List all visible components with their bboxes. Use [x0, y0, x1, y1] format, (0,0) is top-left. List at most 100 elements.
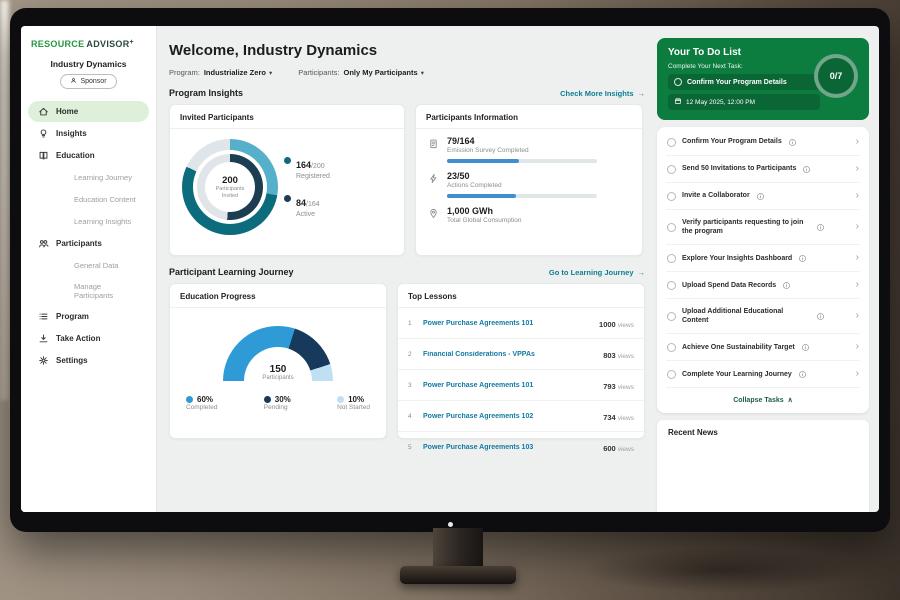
- power-led: [448, 522, 453, 527]
- sponsor-label: Sponsor: [80, 78, 106, 85]
- sidebar-item-label: Education Content: [74, 195, 136, 204]
- task-row[interactable]: Achieve One Sustainability Target: [666, 334, 860, 361]
- task-checkbox[interactable]: [674, 78, 682, 86]
- participants-icon: [38, 238, 49, 249]
- info-icon[interactable]: [782, 281, 791, 290]
- info-icon[interactable]: [756, 192, 765, 201]
- go-to-learning-journey-link[interactable]: Go to Learning Journey →: [549, 268, 645, 277]
- lesson-link[interactable]: Power Purchase Agreements 102: [423, 413, 596, 420]
- lesson-views-suffix: views: [618, 446, 634, 453]
- program-filter-dropdown[interactable]: Program: Industrialize Zero ▾: [169, 68, 272, 77]
- info-icon[interactable]: [816, 312, 825, 321]
- sidebar-item-label: Manage Participants: [74, 282, 139, 300]
- progress-bar: [447, 194, 597, 198]
- task-row[interactable]: Complete Your Learning Journey: [666, 361, 860, 388]
- task-checkbox[interactable]: [667, 370, 676, 379]
- sidebar-item-label: Home: [56, 107, 78, 116]
- collapse-tasks-button[interactable]: Collapse Tasks ∧: [666, 388, 860, 411]
- participants-filter-value: Only My Participants: [344, 68, 418, 77]
- info-icon[interactable]: [788, 138, 797, 147]
- info-icon[interactable]: [798, 370, 807, 379]
- info-value: 79/164: [447, 136, 597, 146]
- org-name: Industry Dynamics: [21, 59, 156, 69]
- sidebar-item[interactable]: Participants: [28, 233, 149, 254]
- task-row[interactable]: Verify participants requesting to join t…: [666, 210, 860, 245]
- program-filter-value: Industrialize Zero: [204, 68, 266, 77]
- progress-bar-fill: [447, 159, 519, 163]
- logo-text-primary: RESOURCE: [31, 39, 84, 49]
- check-more-insights-link[interactable]: Check More Insights →: [560, 89, 645, 98]
- task-checkbox[interactable]: [667, 138, 676, 147]
- logo-plus: +: [130, 39, 134, 46]
- sidebar-item-label: Insights: [56, 129, 87, 138]
- lesson-row: 4 Power Purchase Agreements 102 734views: [398, 401, 644, 432]
- next-task-row[interactable]: Confirm Your Program Details: [668, 74, 820, 90]
- lesson-link[interactable]: Financial Considerations - VPPAs: [423, 351, 596, 358]
- progress-bar-fill: [447, 194, 516, 198]
- legend-dot: [284, 195, 291, 202]
- lesson-rank: 4: [408, 413, 416, 420]
- lesson-views-count: 734: [603, 413, 616, 422]
- lesson-views-count: 803: [603, 351, 616, 360]
- sponsor-badge[interactable]: Sponsor: [60, 74, 116, 89]
- sidebar-item[interactable]: Learning Insights: [28, 211, 149, 232]
- sidebar-item[interactable]: Education Content: [28, 189, 149, 210]
- task-checkbox[interactable]: [667, 165, 676, 174]
- sidebar-item-label: Participants: [56, 239, 102, 248]
- arrow-right-icon: →: [638, 89, 646, 98]
- lesson-link[interactable]: Power Purchase Agreements 103: [423, 444, 596, 451]
- task-checkbox[interactable]: [667, 281, 676, 290]
- next-task-label: Confirm Your Program Details: [687, 79, 787, 86]
- task-row[interactable]: Upload Spend Data Records: [666, 272, 860, 299]
- task-due-row: 12 May 2025, 12:00 PM: [668, 94, 820, 110]
- invited-total-label: Participants Invited: [210, 186, 250, 199]
- chevron-down-icon: ▾: [269, 69, 272, 77]
- invited-donut-center: 200 Participants Invited: [205, 162, 255, 212]
- lesson-views: 803views: [603, 345, 634, 363]
- sidebar-item[interactable]: Settings: [28, 350, 149, 371]
- task-row[interactable]: Explore Your Insights Dashboard: [666, 245, 860, 272]
- info-icon[interactable]: [798, 254, 807, 263]
- info-icon[interactable]: [801, 343, 810, 352]
- legend-label: Completed: [186, 404, 217, 411]
- lesson-views-count: 1000: [599, 320, 616, 329]
- task-checkbox[interactable]: [667, 192, 676, 201]
- sidebar-item-label: Learning Insights: [74, 217, 131, 226]
- sidebar-item[interactable]: Education: [28, 145, 149, 166]
- task-label: Verify participants requesting to join t…: [682, 218, 810, 236]
- task-checkbox[interactable]: [667, 343, 676, 352]
- sidebar-item[interactable]: Program: [28, 306, 149, 327]
- monitor-stand-neck: [433, 528, 483, 570]
- task-checkbox[interactable]: [667, 312, 676, 321]
- lesson-link[interactable]: Power Purchase Agreements 101: [423, 382, 596, 389]
- task-label: Complete Your Learning Journey: [682, 370, 792, 379]
- take-action-icon: [38, 333, 49, 344]
- legend-item: 60% Completed: [186, 395, 217, 411]
- program-icon: [38, 311, 49, 322]
- home-icon: [38, 106, 49, 117]
- todo-subtitle: Complete Your Next Task:: [668, 63, 858, 70]
- task-row[interactable]: Confirm Your Program Details: [666, 129, 860, 156]
- chevron-right-icon: [856, 369, 859, 379]
- task-row[interactable]: Send 50 Invitations to Participants: [666, 156, 860, 183]
- info-icon[interactable]: [802, 165, 811, 174]
- task-checkbox[interactable]: [667, 223, 676, 232]
- task-row[interactable]: Upload Additional Educational Content: [666, 299, 860, 334]
- education-gauge-center: 150 Participants: [223, 364, 333, 381]
- lesson-link[interactable]: Power Purchase Agreements 101: [423, 320, 592, 327]
- sidebar-item[interactable]: General Data: [28, 255, 149, 276]
- sidebar-item[interactable]: Learning Journey: [28, 167, 149, 188]
- sidebar-item[interactable]: Insights: [28, 123, 149, 144]
- chevron-down-icon: ▾: [421, 69, 424, 77]
- info-icon[interactable]: [816, 223, 825, 232]
- recent-news-header[interactable]: Recent News: [657, 420, 869, 512]
- sidebar-item[interactable]: Take Action: [28, 328, 149, 349]
- lesson-rows: 1 Power Purchase Agreements 101 1000view…: [398, 308, 644, 463]
- sidebar-item[interactable]: Home: [28, 101, 149, 122]
- task-row[interactable]: Invite a Collaborator: [666, 183, 860, 210]
- sidebar-item[interactable]: Manage Participants: [28, 277, 149, 305]
- learning-cards-row: Education Progress 150 Participants: [169, 283, 645, 439]
- task-checkbox[interactable]: [667, 254, 676, 263]
- education-card-title: Education Progress: [170, 284, 386, 308]
- participants-filter-dropdown[interactable]: Participants: Only My Participants ▾: [298, 68, 424, 77]
